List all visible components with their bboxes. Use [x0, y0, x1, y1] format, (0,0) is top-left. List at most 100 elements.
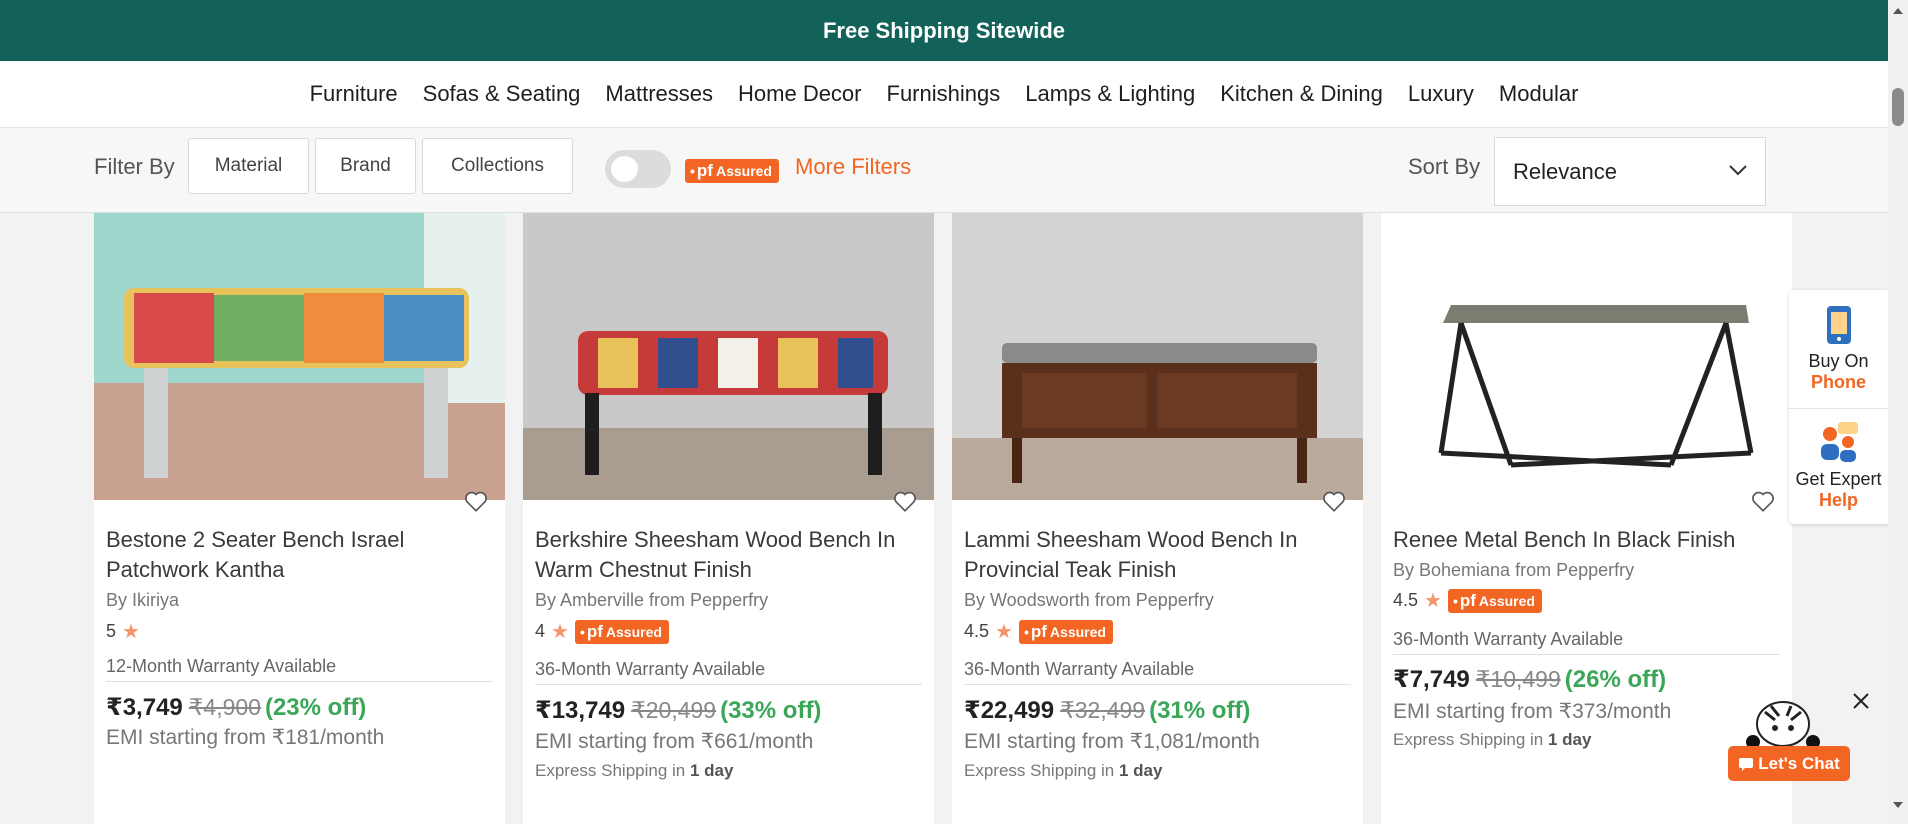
emi-text: EMI starting from ₹181/month	[106, 726, 385, 749]
filter-collections-button[interactable]: Collections	[422, 138, 573, 194]
free-shipping-banner: Free Shipping Sitewide	[0, 0, 1888, 61]
sort-select[interactable]: Relevance	[1494, 137, 1766, 206]
more-filters-link[interactable]: More Filters	[795, 154, 911, 180]
product-title[interactable]: Berkshire Sheesham Wood Bench In Warm Ch…	[535, 525, 925, 585]
pf-assured-badge: • pf Assured	[685, 159, 779, 183]
filter-by-label: Filter By	[94, 154, 175, 179]
chat-widget[interactable]: Let's Chat	[1725, 690, 1865, 786]
wishlist-heart-icon[interactable]	[463, 488, 489, 514]
expert-help-icon	[1820, 422, 1858, 462]
pf-badge-prefix: pf	[1459, 590, 1476, 610]
side-widget: Buy On Phone Get Expert Help	[1789, 290, 1888, 524]
rating-value: 4	[535, 621, 546, 641]
mrp-price: ₹10,499	[1475, 666, 1561, 692]
warranty-text: 12-Month Warranty Available	[106, 656, 493, 682]
filter-brand-button[interactable]: Brand	[315, 138, 416, 194]
product-brand[interactable]: By Woodsworth from Pepperfry	[964, 590, 1214, 611]
pf-assured-badge: • pf Assured	[1018, 619, 1113, 644]
buy-on-phone-button[interactable]: Buy On Phone	[1789, 304, 1888, 393]
discount-percent: (31% off)	[1149, 697, 1251, 724]
product-image[interactable]	[1381, 213, 1792, 500]
filter-material-button[interactable]: Material	[188, 138, 309, 194]
express-shipping-text: Express Shipping in 1 day	[1393, 730, 1591, 750]
mrp-price: ₹32,499	[1060, 697, 1146, 723]
product-rating: 4.5 ★ • pf Assured	[1393, 588, 1542, 613]
rating-value: 5	[106, 621, 117, 641]
product-title[interactable]: Bestone 2 Seater Bench Israel Patchwork …	[106, 525, 496, 585]
nav-item-kitchen-dining[interactable]: Kitchen & Dining	[1220, 81, 1383, 107]
offer-price: ₹22,499	[964, 697, 1055, 724]
toggle-knob	[611, 156, 638, 182]
price-line: ₹7,749 ₹10,499 (26% off)	[1393, 665, 1666, 694]
emi-text: EMI starting from ₹661/month	[535, 730, 814, 753]
lets-chat-button[interactable]: Let's Chat	[1728, 746, 1850, 781]
product-image[interactable]	[94, 213, 505, 500]
star-icon: ★	[122, 621, 140, 643]
star-icon: ★	[995, 621, 1013, 643]
price-line: ₹22,499 ₹32,499 (31% off)	[964, 696, 1250, 725]
nav-item-lamps-lighting[interactable]: Lamps & Lighting	[1025, 81, 1195, 107]
product-rating: 4.5 ★ • pf Assured	[964, 619, 1113, 644]
scroll-down-arrow-icon[interactable]	[1893, 800, 1903, 810]
product-card[interactable]: Lammi Sheesham Wood Bench In Provincial …	[952, 213, 1363, 824]
nav-item-luxury[interactable]: Luxury	[1408, 81, 1474, 107]
phone-icon	[1826, 306, 1851, 344]
wishlist-heart-icon[interactable]	[892, 488, 918, 514]
side-widget-divider	[1789, 408, 1888, 409]
product-grid: Bestone 2 Seater Bench Israel Patchwork …	[0, 213, 1888, 824]
get-expert-label: Get Expert	[1795, 469, 1882, 489]
discount-percent: (33% off)	[720, 697, 822, 724]
buy-on-label: Buy On	[1808, 351, 1869, 371]
product-brand[interactable]: By Ikiriya	[106, 590, 179, 611]
nav-item-furnishings[interactable]: Furnishings	[887, 81, 1001, 107]
close-icon[interactable]	[1850, 690, 1872, 712]
pf-badge-text: Assured	[1049, 623, 1106, 640]
shipping-days: 1 day	[1119, 761, 1163, 780]
wishlist-heart-icon[interactable]	[1750, 488, 1776, 514]
pf-badge-prefix: pf	[586, 621, 603, 641]
offer-price: ₹7,749	[1393, 666, 1470, 693]
star-icon: ★	[1424, 590, 1442, 612]
mrp-price: ₹4,900	[188, 694, 261, 720]
shipping-days: 1 day	[690, 761, 734, 780]
warranty-text: 36-Month Warranty Available	[1393, 629, 1780, 655]
pf-badge-prefix: pf	[1030, 621, 1047, 641]
product-brand[interactable]: By Amberville from Pepperfry	[535, 590, 768, 611]
express-shipping-text: Express Shipping in 1 day	[535, 761, 733, 781]
sort-value: Relevance	[1513, 158, 1617, 184]
emi-text: EMI starting from ₹373/month	[1393, 700, 1672, 723]
emi-text: EMI starting from ₹1,081/month	[964, 730, 1260, 753]
product-card[interactable]: Bestone 2 Seater Bench Israel Patchwork …	[94, 213, 505, 824]
express-shipping-text: Express Shipping in 1 day	[964, 761, 1162, 781]
product-title[interactable]: Lammi Sheesham Wood Bench In Provincial …	[964, 525, 1354, 585]
product-rating: 5 ★	[106, 619, 140, 644]
wishlist-heart-icon[interactable]	[1321, 488, 1347, 514]
help-label: Help	[1818, 490, 1858, 510]
page-scrollbar[interactable]	[1888, 0, 1908, 824]
chevron-down-icon	[1729, 165, 1747, 176]
product-image[interactable]	[952, 213, 1363, 500]
pf-dot-icon: •	[1452, 592, 1458, 609]
discount-percent: (26% off)	[1564, 666, 1667, 693]
nav-item-home-decor[interactable]: Home Decor	[738, 81, 861, 107]
pf-badge-text: Assured	[715, 163, 772, 179]
product-card[interactable]: Berkshire Sheesham Wood Bench In Warm Ch…	[523, 213, 934, 824]
nav-item-mattresses[interactable]: Mattresses	[605, 81, 713, 107]
get-expert-help-button[interactable]: Get Expert Help	[1789, 420, 1888, 511]
sort-by-label: Sort By	[1408, 154, 1481, 179]
rating-value: 4.5	[964, 621, 990, 641]
pf-dot-icon: •	[579, 623, 585, 640]
product-title[interactable]: Renee Metal Bench In Black Finish	[1393, 525, 1783, 555]
phone-label: Phone	[1810, 372, 1866, 392]
pf-badge-text: Assured	[605, 623, 662, 640]
scroll-thumb[interactable]	[1892, 88, 1904, 126]
nav-item-sofas-seating[interactable]: Sofas & Seating	[423, 81, 581, 107]
product-brand[interactable]: By Bohemiana from Pepperfry	[1393, 560, 1634, 581]
nav-item-furniture[interactable]: Furniture	[310, 81, 398, 107]
nav-item-modular[interactable]: Modular	[1499, 81, 1578, 107]
star-icon: ★	[551, 621, 569, 643]
filter-bar: Filter By Material Brand Collections • pf…	[0, 128, 1888, 213]
scroll-up-arrow-icon[interactable]	[1893, 6, 1903, 16]
pf-assured-toggle[interactable]	[605, 150, 671, 188]
product-image[interactable]	[523, 213, 934, 500]
